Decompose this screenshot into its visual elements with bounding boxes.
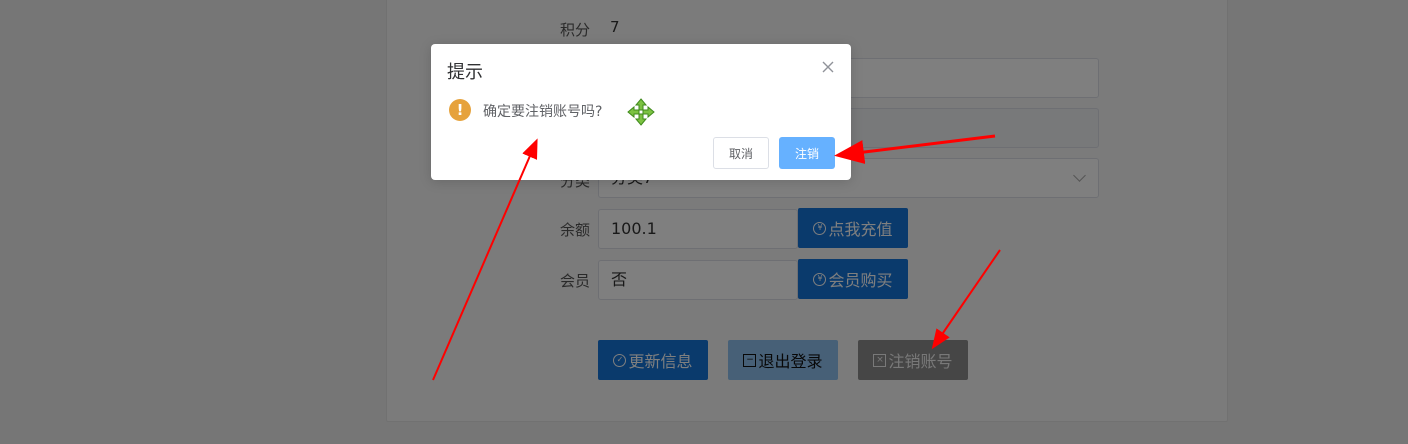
dialog-cancel-button[interactable]: 取消: [713, 137, 769, 169]
close-icon[interactable]: [821, 60, 835, 74]
dialog-confirm-button[interactable]: 注销: [779, 137, 835, 169]
warning-icon: !: [449, 99, 471, 121]
dialog-title: 提示: [447, 62, 483, 83]
move-icon: [627, 98, 655, 126]
dialog-confirm-label: 注销: [794, 146, 819, 161]
dialog-message: 确定要注销账号吗?: [483, 104, 603, 120]
confirm-dialog: 提示 ! 确定要注销账号吗? 取消 注销: [431, 44, 851, 180]
dialog-cancel-label: 取消: [728, 146, 753, 161]
